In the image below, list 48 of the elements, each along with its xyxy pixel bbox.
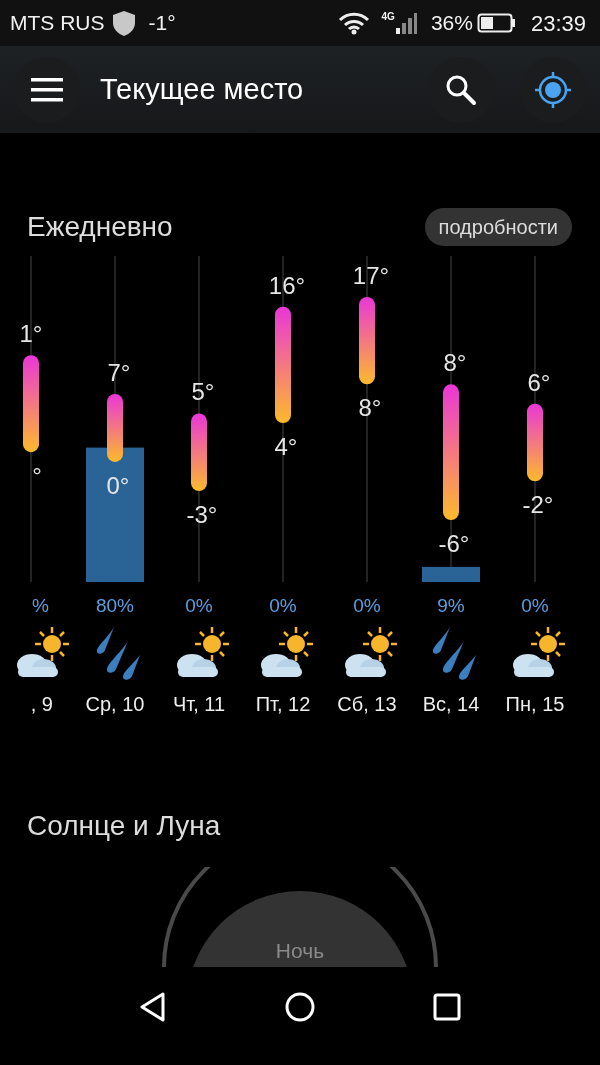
low-temperature: 8° <box>358 394 382 422</box>
day-date: Пн, 15 <box>505 692 565 715</box>
low-temperature: ° <box>32 462 42 490</box>
battery-percent: 36% <box>430 10 473 37</box>
precipitation-percent: 0% <box>268 594 298 618</box>
home-icon[interactable] <box>284 990 316 1023</box>
wifi-icon <box>337 11 370 35</box>
precipitation-percent: 9% <box>436 594 466 618</box>
crosshair-icon <box>533 69 573 110</box>
day-date: Сб, 13 <box>337 692 397 715</box>
precipitation-percent: 0% <box>352 594 382 618</box>
day-date: Пт, 12 <box>255 692 311 715</box>
precipitation-percent: 80% <box>95 594 135 618</box>
battery-icon <box>476 12 517 34</box>
day-date: Вс, 14 <box>422 692 480 715</box>
shield-icon <box>110 9 137 37</box>
day-date: , 9 <box>30 692 53 715</box>
high-temperature: 8° <box>443 349 467 377</box>
high-temperature: 1° <box>19 320 43 348</box>
precipitation-percent: 0% <box>184 594 214 618</box>
clock-time: 23:39 <box>530 9 586 38</box>
details-button[interactable]: подробности <box>424 208 572 246</box>
high-temperature: 7° <box>107 359 131 386</box>
carrier-name: MTS RUS <box>10 10 105 37</box>
page-title: Текущее место <box>100 71 304 107</box>
precipitation-bar <box>422 566 480 582</box>
day-date: Чт, 11 <box>172 692 226 715</box>
low-temperature: 0° <box>106 471 130 499</box>
high-temperature: 17° <box>352 262 390 289</box>
high-temperature: 16° <box>268 271 306 299</box>
network-type: 4G <box>381 9 395 24</box>
section-title: Солнце и Луна <box>27 809 221 841</box>
low-temperature: 4° <box>274 433 298 461</box>
day-date: Ср, 10 <box>85 692 145 715</box>
menu-icon <box>31 76 63 103</box>
low-temperature: -6° <box>438 530 470 558</box>
temperature-range-bar <box>107 394 123 462</box>
precipitation-percent: % <box>31 594 50 618</box>
phase-label: Ночь <box>275 937 325 961</box>
section-title: Ежедневно <box>27 210 173 244</box>
high-temperature: 5° <box>191 378 215 406</box>
low-temperature: -3° <box>186 501 218 528</box>
precipitation-percent: 0% <box>520 594 550 618</box>
low-temperature: -2° <box>522 491 554 519</box>
high-temperature: 6° <box>527 368 551 396</box>
search-icon <box>445 73 477 106</box>
signal-icon <box>394 11 417 35</box>
weather-temperature: -1° <box>148 10 176 37</box>
